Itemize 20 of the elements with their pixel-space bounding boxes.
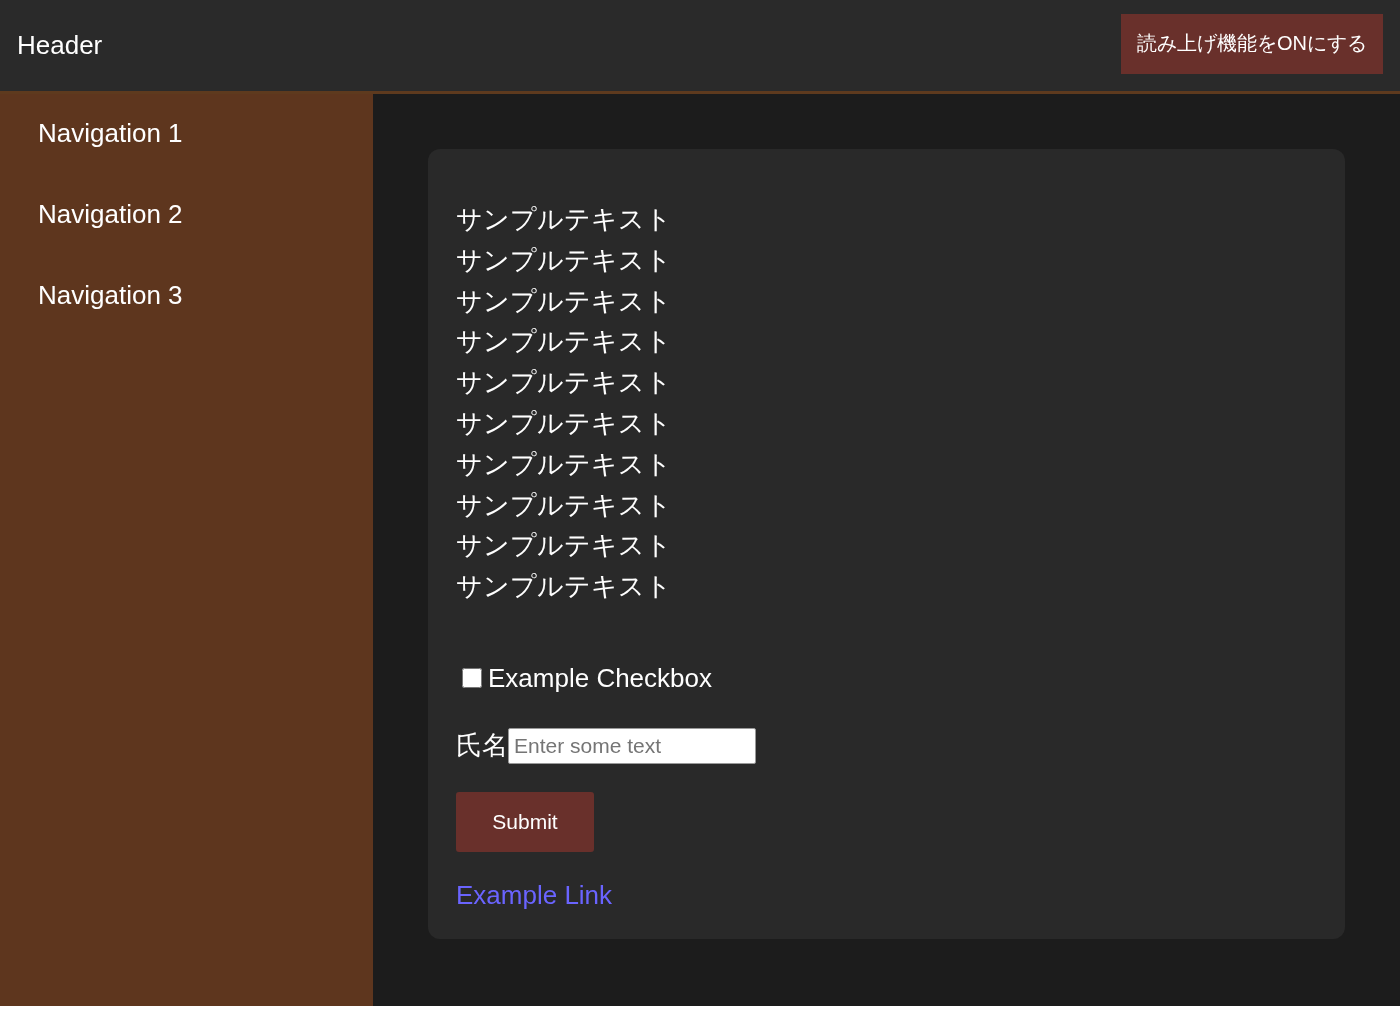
sample-text: サンプルテキスト	[456, 243, 672, 277]
sample-text: サンプルテキスト	[456, 488, 672, 522]
name-label: 氏名	[456, 729, 508, 763]
sample-text: サンプルテキスト	[456, 366, 672, 400]
nav-link[interactable]: Navigation 2	[38, 197, 183, 278]
sample-text: サンプルテキスト	[456, 570, 672, 604]
nav-link[interactable]: Navigation 3	[38, 278, 183, 359]
read-aloud-button[interactable]: 読み上げ機能をONにする	[1121, 13, 1383, 74]
sample-text: サンプルテキスト	[456, 284, 672, 318]
name-input-field[interactable]: Enter some text	[508, 727, 756, 764]
checkbox-label: Example Checkbox	[488, 662, 712, 694]
sample-text: サンプルテキスト	[456, 203, 672, 236]
checkbox[interactable]	[462, 668, 482, 689]
nav-link[interactable]: Navigation 1	[38, 116, 183, 197]
sample-text: サンプルテキスト	[456, 325, 672, 359]
header-title: Header	[17, 30, 103, 61]
sample-text: サンプルテキスト	[456, 447, 672, 481]
sample-text: サンプルテキスト	[456, 529, 672, 563]
sample-text: サンプルテキスト	[456, 407, 672, 440]
submit-button[interactable]: Submit	[456, 791, 594, 852]
